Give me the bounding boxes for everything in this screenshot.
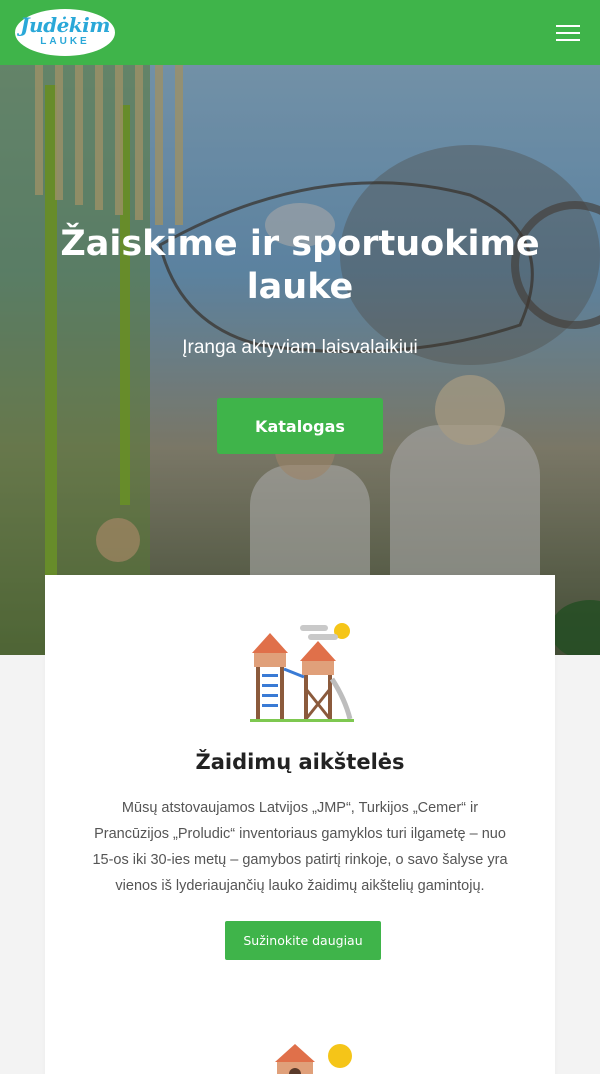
hero-overlay (0, 65, 600, 655)
catalog-button[interactable]: Katalogas (217, 398, 383, 454)
site-logo[interactable]: Judėkim LAUKE (15, 9, 115, 56)
site-header: Judėkim LAUKE (0, 0, 600, 65)
logo-wordmark: Judėkim (20, 13, 110, 37)
hero-subtitle: Įranga aktyviam laisvalaikiui (182, 337, 418, 358)
hamburger-menu-icon[interactable] (556, 24, 582, 42)
hero-banner: Žaiskime ir sportuokime lauke Įranga akt… (0, 65, 600, 655)
playground-icon (250, 623, 354, 722)
hero-title: Žaiskime ir sportuokime lauke (60, 224, 540, 307)
card-title: Žaidimų aikštelės (195, 750, 405, 774)
learn-more-button[interactable]: Sužinokite daugiau (225, 921, 381, 960)
card-description: Mūsų atstovaujamos Latvijos „JMP“, Turki… (92, 800, 508, 894)
feature-card-playgrounds: Žaidimų aikštelės Mūsų atstovaujamos Lat… (45, 575, 555, 1074)
play-house-icon (275, 1044, 352, 1074)
logo-subtitle: LAUKE (40, 36, 90, 47)
